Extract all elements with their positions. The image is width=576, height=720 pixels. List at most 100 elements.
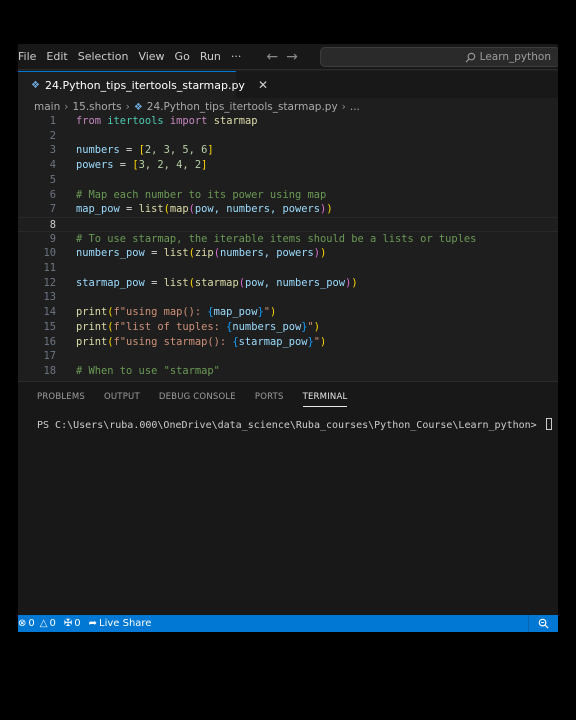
code-line: 15 print(f"list of tuples: {numbers_pow}"… (18, 320, 558, 335)
tab-debug-console[interactable]: DEBUG CONSOLE (159, 392, 236, 407)
menu-selection[interactable]: Selection (73, 50, 134, 63)
chevron-right-icon: › (125, 101, 130, 113)
error-icon: ⊗ (18, 618, 27, 629)
editor-tab-bar: ❖ 24.Python_tips_itertools_starmap.py ✕ (18, 71, 558, 98)
command-center-search[interactable]: Learn_python (320, 47, 558, 67)
code-line: 9 # To use starmap, the iterable items sh… (18, 232, 558, 247)
line-number: 5 (49, 173, 56, 186)
code-line: 12 starmap_pow = list(starmap(pow, number… (18, 276, 558, 291)
bracket: ) (269, 306, 277, 319)
menu-go[interactable]: Go (170, 50, 195, 63)
bracket: ) (326, 203, 333, 216)
bracket: ] (207, 144, 214, 157)
port-icon: ✠ (63, 618, 73, 629)
code-editor[interactable]: 1 from itertools import starmap 2 3 number… (18, 114, 558, 381)
operator: = (119, 203, 139, 216)
breadcrumb-main[interactable]: main (34, 101, 60, 113)
variable: map_pow (76, 203, 120, 216)
line-number: 2 (49, 129, 56, 142)
code-line: 6 # Map each number to its power using ma… (18, 188, 558, 203)
menu-run[interactable]: Run (195, 50, 226, 63)
line-number: 16 (43, 335, 56, 348)
problems-status[interactable]: ⊗ 0 △ 0 (18, 618, 56, 629)
tab-problems[interactable]: PROBLEMS (37, 392, 85, 407)
chevron-right-icon: › (341, 101, 346, 113)
code-line: 10 numbers_pow = list(zip(numbers, powers… (18, 246, 558, 261)
line-number: 17 (43, 350, 56, 363)
line-number: 3 (49, 144, 56, 157)
tab-terminal[interactable]: TERMINAL (302, 392, 348, 407)
menu-bar: File Edit Selection View Go Run ··· ← → … (18, 44, 558, 70)
variable: numbers_pow (232, 320, 302, 333)
line-number: 11 (43, 262, 56, 274)
breadcrumb-folder[interactable]: 15.shorts (72, 101, 121, 113)
menu-view[interactable]: View (133, 50, 169, 63)
live-share-label: Live Share (99, 618, 152, 629)
breadcrumb-symbols[interactable]: ... (350, 101, 360, 113)
operator: = (119, 144, 139, 157)
function-name: list (138, 203, 164, 216)
bracket: ) (320, 247, 327, 260)
function-name: starmap (194, 276, 239, 289)
variable: map_pow (213, 306, 258, 319)
line-number: 18 (43, 364, 56, 377)
code-line: 16 print(f"using starmap(): {starmap_pow}… (18, 335, 558, 350)
arguments: numbers, powers (219, 247, 314, 260)
line-number: 4 (49, 159, 56, 172)
live-share-button[interactable]: ➦ Live Share (89, 618, 152, 629)
menu-more[interactable]: ··· (226, 50, 247, 63)
imported-name: starmap (213, 115, 258, 127)
operator: = (144, 276, 164, 289)
code-line: 2 (18, 129, 558, 144)
variable: numbers (76, 144, 120, 157)
function-name: list (163, 247, 189, 260)
comment: # When to use "starmap" (76, 364, 220, 377)
line-number: 6 (49, 188, 56, 201)
search-text: Learn_python (479, 51, 551, 63)
line-number: 9 (49, 232, 56, 245)
menu-file[interactable]: File (18, 50, 41, 63)
ports-status[interactable]: ✠ 0 (64, 618, 81, 629)
code-line: 17 (18, 349, 558, 364)
tab-starmap-file[interactable]: ❖ 24.Python_tips_itertools_starmap.py ✕ (18, 71, 268, 98)
vscode-window: File Edit Selection View Go Run ··· ← → … (18, 44, 558, 632)
error-count: 0 (28, 618, 35, 629)
back-arrow-icon[interactable]: ← (266, 49, 278, 65)
zoom-button[interactable] (528, 615, 558, 632)
function-name: zip (194, 247, 214, 260)
operator: = (144, 247, 164, 260)
function-name: map (169, 203, 189, 216)
string: f"using map(): (113, 306, 208, 319)
bracket: ) (313, 320, 321, 333)
breadcrumb-file[interactable]: 24.Python_tips_itertools_starmap.py (147, 101, 338, 113)
code-line: 14 print(f"using map(): {map_pow}") (18, 305, 558, 320)
line-number: 12 (43, 276, 56, 289)
variable: powers (76, 159, 114, 172)
live-share-icon: ➦ (88, 618, 97, 629)
line-number: 15 (43, 320, 56, 333)
bottom-panel: PROBLEMS OUTPUT DEBUG CONSOLE PORTS TERM… (18, 381, 558, 615)
tab-ports[interactable]: PORTS (255, 392, 284, 407)
arguments: pow, numbers_pow (244, 276, 346, 289)
line-number: 7 (49, 203, 56, 216)
tab-output[interactable]: OUTPUT (104, 392, 140, 407)
port-count: 0 (74, 618, 81, 629)
list-values: 3, 2, 4, 2 (138, 159, 202, 172)
panel-tabs: PROBLEMS OUTPUT DEBUG CONSOLE PORTS TERM… (37, 392, 348, 407)
keyword: from (76, 115, 102, 127)
terminal[interactable]: PS C:\Users\ruba.000\OneDrive\data_scien… (37, 418, 552, 431)
breadcrumb: main › 15.shorts › ❖ 24.Python_tips_iter… (34, 99, 360, 115)
menu-edit[interactable]: Edit (41, 50, 72, 63)
tab-label: 24.Python_tips_itertools_starmap.py (44, 78, 245, 92)
line-number: 14 (43, 306, 56, 319)
close-icon[interactable]: ✕ (258, 78, 268, 92)
python-file-icon: ❖ (31, 79, 40, 91)
forward-arrow-icon[interactable]: → (286, 49, 298, 65)
terminal-prompt: PS C:\Users\ruba.000\OneDrive\data_scien… (37, 420, 543, 431)
function-name: list (163, 276, 189, 289)
search-icon (465, 52, 475, 62)
line-number: 10 (43, 247, 56, 260)
code-line: 7 map_pow = list(map(pow, numbers, powers… (18, 202, 558, 217)
function-name: print (76, 306, 108, 319)
arguments: pow, numbers, powers (194, 203, 321, 216)
